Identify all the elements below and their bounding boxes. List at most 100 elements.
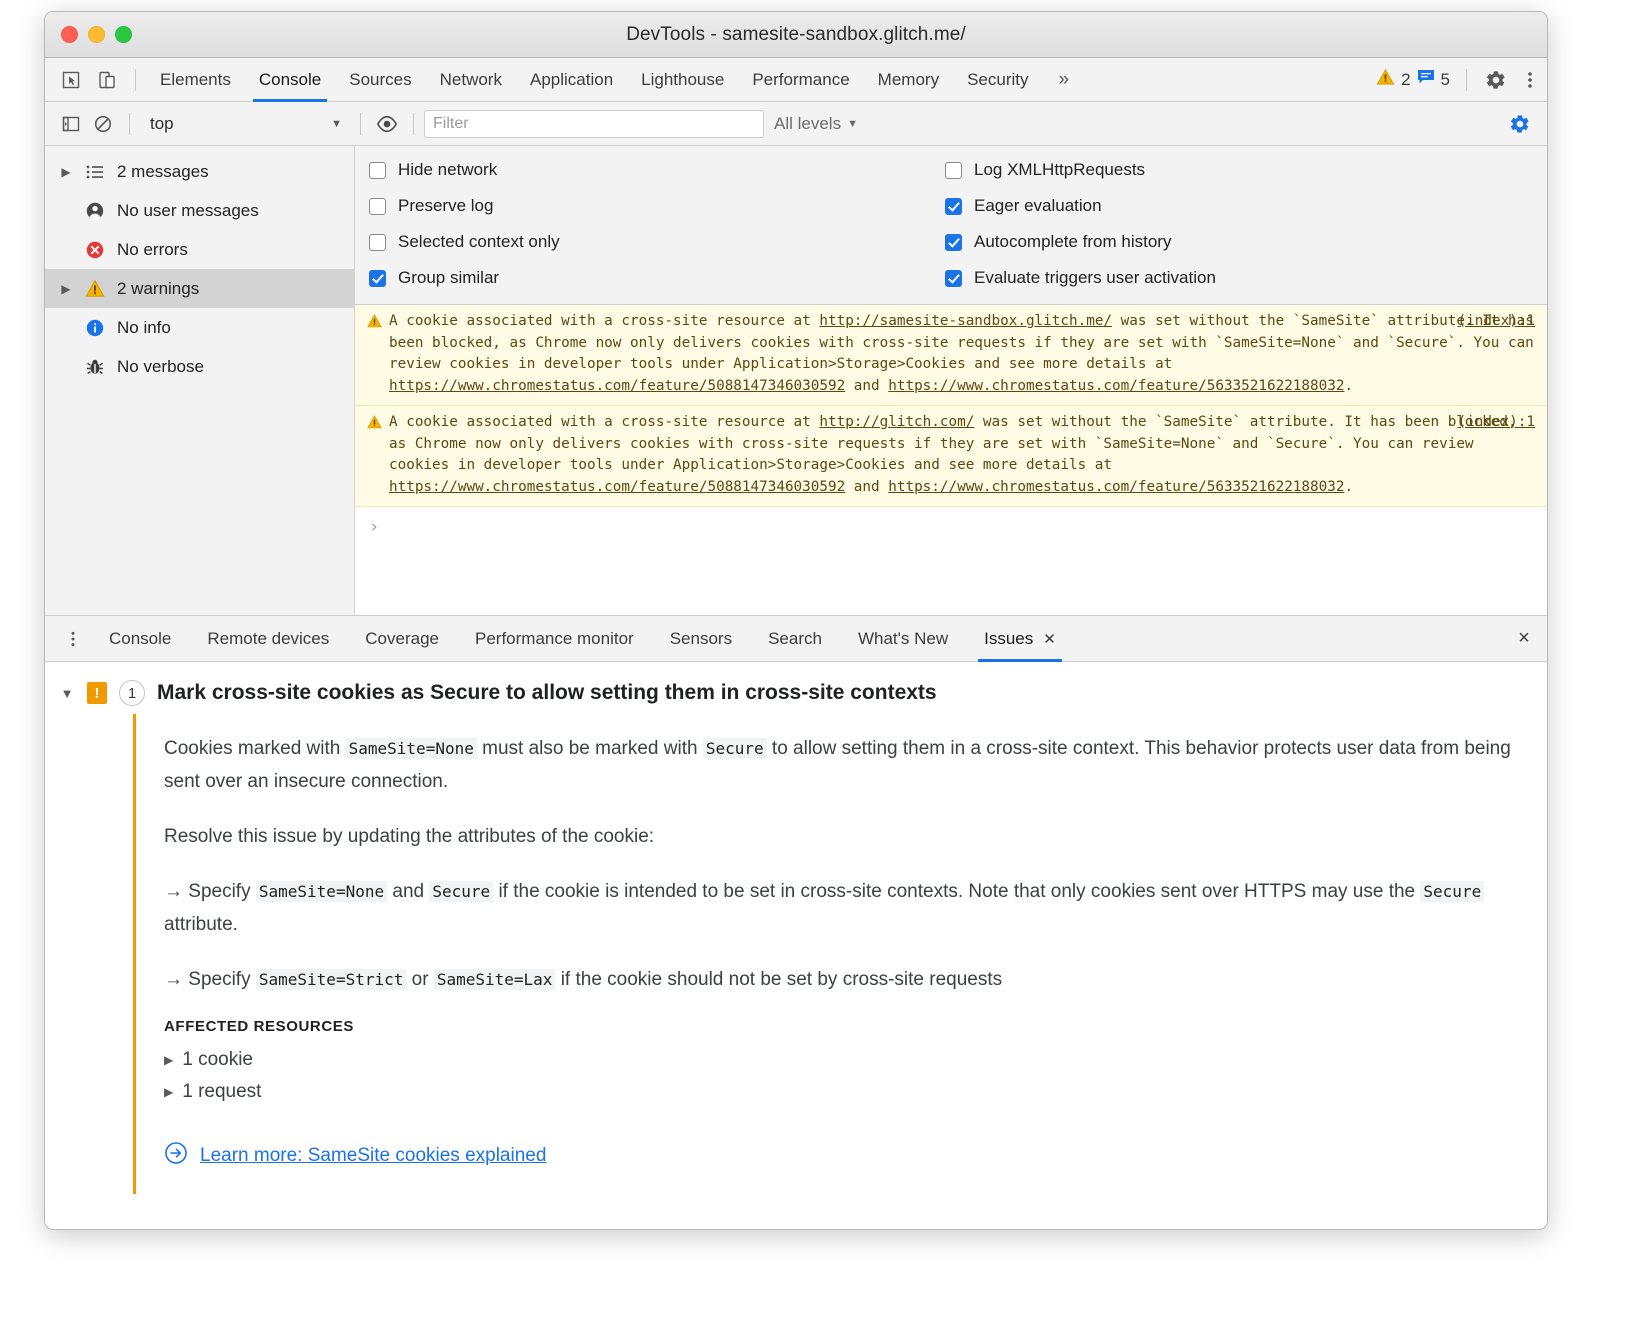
- expand-triangle-icon-warnings[interactable]: ▶: [59, 282, 73, 296]
- drawer-tab-search[interactable]: Search: [750, 616, 840, 662]
- setting-selected-context-only[interactable]: Selected context only: [369, 232, 935, 252]
- setting-eager-evaluation[interactable]: Eager evaluation: [945, 196, 1216, 216]
- setting-log-xhr[interactable]: Log XMLHttpRequests: [945, 160, 1216, 180]
- message-bubble-icon: [1417, 69, 1435, 90]
- console-main: Hide network Preserve log Selected conte…: [355, 146, 1547, 615]
- affected-resource-request[interactable]: ▶ 1 request: [164, 1081, 1547, 1103]
- checkbox-preserve-log[interactable]: [369, 198, 386, 215]
- kebab-menu-icon[interactable]: [1513, 63, 1547, 97]
- learn-more-row[interactable]: Learn more: SameSite cookies explained: [164, 1141, 1547, 1170]
- device-toolbar-icon[interactable]: [89, 65, 125, 95]
- checkbox-evaluate-user-activation[interactable]: [945, 270, 962, 287]
- setting-hide-network[interactable]: Hide network: [369, 160, 935, 180]
- msg2-link-feature-2[interactable]: https://www.chromestatus.com/feature/563…: [888, 479, 1344, 495]
- setting-evaluate-user-activation[interactable]: Evaluate triggers user activation: [945, 268, 1216, 288]
- filter-input[interactable]: [424, 110, 764, 138]
- sidebar-item-errors[interactable]: ▶ No errors: [45, 230, 354, 269]
- drawer-tab-bar: Console Remote devices Coverage Performa…: [45, 616, 1547, 662]
- checkbox-autocomplete-history[interactable]: [945, 234, 962, 251]
- sidebar-item-messages[interactable]: ▶ 2 messages: [45, 152, 354, 191]
- toolbar-divider-2: [1466, 69, 1467, 91]
- expand-triangle-icon[interactable]: ▶: [59, 165, 73, 179]
- console-warning-message-2[interactable]: A cookie associated with a cross-site re…: [355, 406, 1547, 507]
- drawer-tab-coverage[interactable]: Coverage: [347, 616, 457, 662]
- tab-application[interactable]: Application: [516, 58, 627, 102]
- msg2-link-feature-1[interactable]: https://www.chromestatus.com/feature/508…: [389, 479, 845, 495]
- b1-code-secure-2: Secure: [1420, 881, 1484, 902]
- msg1-seg0: A cookie associated with a cross-site re…: [389, 313, 819, 329]
- close-icon[interactable]: ✕: [1043, 631, 1056, 648]
- issue-header[interactable]: ▼ 1 Mark cross-site cookies as Secure to…: [45, 672, 1547, 714]
- msg1-link-resource[interactable]: http://samesite-sandbox.glitch.me/: [819, 313, 1112, 329]
- tab-network[interactable]: Network: [426, 58, 516, 102]
- label-evaluate-user-activation: Evaluate triggers user activation: [974, 268, 1216, 288]
- drawer-tab-issues[interactable]: Issues✕: [966, 616, 1074, 662]
- console-settings-gear-icon[interactable]: [1503, 107, 1537, 141]
- gear-icon[interactable]: [1479, 63, 1513, 97]
- msg2-link-resource[interactable]: http://glitch.com/: [819, 414, 974, 430]
- console-message-source-1[interactable]: (index):1: [1458, 311, 1535, 333]
- sidebar-item-user-messages[interactable]: ▶ No user messages: [45, 191, 354, 230]
- collapse-triangle-icon[interactable]: ▼: [59, 686, 75, 701]
- tab-security[interactable]: Security: [953, 58, 1042, 102]
- sidebar-item-info[interactable]: ▶ No info: [45, 308, 354, 347]
- info-icon: [83, 318, 107, 338]
- log-levels-label: All levels: [774, 114, 841, 134]
- checkbox-eager-evaluation[interactable]: [945, 198, 962, 215]
- learn-more-link[interactable]: Learn more: SameSite cookies explained: [200, 1145, 546, 1167]
- sidebar-label-verbose: No verbose: [117, 357, 204, 377]
- drawer-tab-sensors[interactable]: Sensors: [652, 616, 750, 662]
- setting-group-similar[interactable]: Group similar: [369, 268, 935, 288]
- checkbox-hide-network[interactable]: [369, 162, 386, 179]
- tab-console[interactable]: Console: [245, 58, 335, 102]
- b1-code-secure: Secure: [429, 881, 493, 902]
- expand-triangle-icon-cookie[interactable]: ▶: [164, 1053, 173, 1067]
- tab-sources[interactable]: Sources: [335, 58, 425, 102]
- log-levels-selector[interactable]: All levels ▼: [764, 114, 868, 134]
- live-expression-icon[interactable]: [371, 109, 403, 139]
- more-tabs-chevron-icon[interactable]: »: [1043, 58, 1086, 102]
- clear-console-icon[interactable]: [87, 109, 119, 139]
- label-log-xhr: Log XMLHttpRequests: [974, 160, 1145, 180]
- affected-resources-label: AFFECTED RESOURCES: [164, 1018, 1547, 1035]
- issue-bullet-2: → Specify SameSite=Strict or SameSite=La…: [164, 963, 1524, 996]
- close-drawer-icon[interactable]: ×: [1501, 627, 1547, 650]
- drawer-tab-console[interactable]: Console: [91, 616, 189, 662]
- tab-memory[interactable]: Memory: [864, 58, 953, 102]
- drawer-tab-whats-new[interactable]: What's New: [840, 616, 966, 662]
- checkbox-selected-context-only[interactable]: [369, 234, 386, 251]
- checkbox-group-similar[interactable]: [369, 270, 386, 287]
- label-eager-evaluation: Eager evaluation: [974, 196, 1102, 216]
- drawer-kebab-menu-icon[interactable]: [55, 630, 91, 648]
- warning-icon: [83, 279, 107, 298]
- drawer-tab-performance-monitor[interactable]: Performance monitor: [457, 616, 652, 662]
- tab-performance[interactable]: Performance: [738, 58, 863, 102]
- warning-triangle-icon: [1376, 68, 1395, 91]
- expand-triangle-icon-request[interactable]: ▶: [164, 1085, 173, 1099]
- issue-paragraph-1: Cookies marked with SameSite=None must a…: [164, 732, 1524, 798]
- p1-a: Cookies marked with: [164, 738, 346, 759]
- execution-context-selector[interactable]: top ▼: [140, 109, 350, 139]
- error-icon: [83, 240, 107, 260]
- console-message-source-2[interactable]: (index):1: [1458, 412, 1535, 434]
- setting-autocomplete-history[interactable]: Autocomplete from history: [945, 232, 1216, 252]
- drawer-tab-remote-devices[interactable]: Remote devices: [189, 616, 347, 662]
- msg1-link-feature-1[interactable]: https://www.chromestatus.com/feature/508…: [389, 378, 845, 394]
- chevron-down-icon: ▼: [331, 118, 342, 130]
- label-autocomplete-history: Autocomplete from history: [974, 232, 1171, 252]
- setting-preserve-log[interactable]: Preserve log: [369, 196, 935, 216]
- console-warning-message-1[interactable]: A cookie associated with a cross-site re…: [355, 305, 1547, 406]
- tab-elements[interactable]: Elements: [146, 58, 245, 102]
- console-warning-text-2: A cookie associated with a cross-site re…: [389, 412, 1537, 498]
- console-prompt[interactable]: ›: [355, 507, 1547, 547]
- inspect-cursor-icon[interactable]: [53, 65, 89, 95]
- sidebar-item-warnings[interactable]: ▶ 2 warnings: [45, 269, 354, 308]
- window-title: DevTools - samesite-sandbox.glitch.me/: [45, 24, 1547, 46]
- sidebar-item-verbose[interactable]: ▶ No verbose: [45, 347, 354, 386]
- affected-resource-cookie[interactable]: ▶ 1 cookie: [164, 1049, 1547, 1071]
- show-console-sidebar-icon[interactable]: [55, 109, 87, 139]
- issue-counters[interactable]: 2 5: [1376, 68, 1454, 91]
- checkbox-log-xhr[interactable]: [945, 162, 962, 179]
- msg1-link-feature-2[interactable]: https://www.chromestatus.com/feature/563…: [888, 378, 1344, 394]
- tab-lighthouse[interactable]: Lighthouse: [627, 58, 738, 102]
